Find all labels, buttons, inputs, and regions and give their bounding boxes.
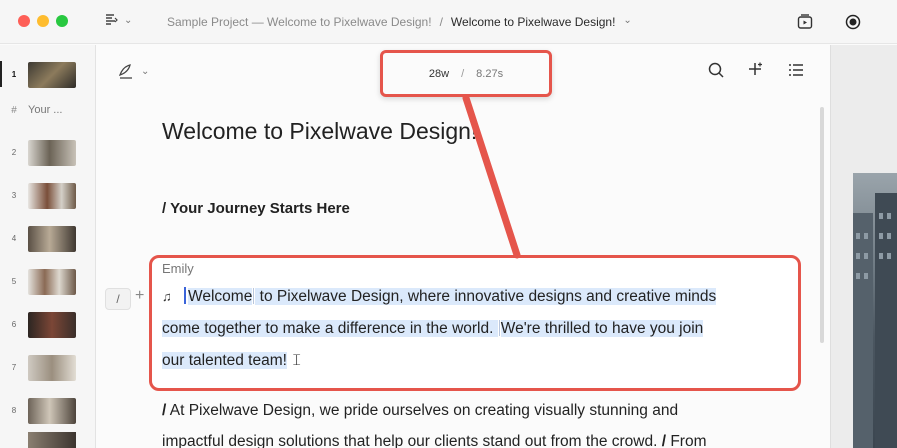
scene-thumbnail bbox=[28, 432, 76, 448]
scene-item-6[interactable]: 6 bbox=[0, 303, 96, 346]
scene-item-2[interactable]: 2 bbox=[0, 131, 96, 174]
ai-sparkle-button[interactable] bbox=[746, 60, 766, 80]
text-segment: our talented team! bbox=[162, 352, 287, 369]
scene-number: 6 bbox=[11, 320, 17, 329]
text-segment: We're thrilled to have you join bbox=[500, 320, 704, 337]
video-preview-panel bbox=[830, 45, 897, 448]
outline-list-button[interactable] bbox=[786, 60, 806, 80]
scene-item-heading[interactable]: # Your ... bbox=[0, 92, 96, 128]
add-block-button[interactable]: + bbox=[135, 287, 144, 305]
scene-item-5[interactable]: 5 bbox=[0, 260, 96, 303]
scene-number: 3 bbox=[11, 191, 17, 200]
scene-thumbnail bbox=[28, 225, 76, 252]
editor-scrollbar[interactable] bbox=[820, 107, 824, 343]
record-button[interactable] bbox=[843, 12, 863, 32]
breadcrumb-current[interactable]: Welcome to Pixelwave Design! bbox=[451, 15, 616, 29]
scene-sidebar: 1 # Your ... 2 3 4 5 6 7 8 bbox=[0, 45, 96, 448]
stats-separator: / bbox=[461, 67, 465, 80]
scene-thumbnail bbox=[28, 268, 76, 295]
scene-number: 5 bbox=[11, 277, 17, 286]
segment-slash: / bbox=[162, 402, 167, 419]
document-menu-button[interactable]: ⌄ bbox=[104, 13, 132, 27]
paragraph-line-1: ♫ Welcome to Pixelwave Design, where inno… bbox=[162, 281, 717, 313]
paragraph-line-3: our talented team! 𝙸 bbox=[162, 345, 716, 377]
scene-item-1[interactable]: 1 bbox=[0, 53, 96, 96]
scene-item-7[interactable]: 7 bbox=[0, 346, 96, 389]
scene-thumbnail bbox=[28, 61, 76, 88]
body-text: From bbox=[670, 433, 707, 448]
scene-number: 8 bbox=[11, 406, 17, 415]
section-heading[interactable]: / Your Journey Starts Here bbox=[162, 200, 350, 217]
scene-thumbnail bbox=[28, 354, 76, 381]
preview-image[interactable] bbox=[853, 173, 897, 448]
text-segment: come together to make a difference in th… bbox=[162, 320, 498, 337]
text-segment: Welcome bbox=[188, 288, 253, 305]
pen-tool-menu[interactable]: ⌄ bbox=[117, 62, 149, 80]
pen-icon bbox=[118, 64, 132, 79]
sparkle-icon bbox=[749, 62, 762, 75]
music-note-icon[interactable]: ♫ bbox=[162, 281, 184, 313]
chevron-down-icon: ⌄ bbox=[124, 14, 133, 26]
breadcrumb-project[interactable]: Sample Project — Welcome to Pixelwave De… bbox=[167, 15, 432, 29]
text-caret bbox=[184, 287, 186, 304]
scene-thumbnail bbox=[28, 139, 76, 166]
scene-number: 1 bbox=[11, 70, 17, 79]
chevron-down-icon[interactable]: ⌄ bbox=[623, 15, 631, 29]
body-text: At Pixelwave Design, we pride ourselves … bbox=[169, 402, 679, 419]
body-paragraph[interactable]: / At Pixelwave Design, we pride ourselve… bbox=[162, 395, 792, 448]
city-buildings-image bbox=[853, 193, 897, 448]
word-count-duration: 28w / 8.27s bbox=[380, 50, 552, 97]
segment-slash: / bbox=[661, 433, 667, 448]
scene-item-8[interactable]: 8 bbox=[0, 389, 96, 432]
scene-number: 7 bbox=[11, 363, 17, 372]
body-text: impactful design solutions that help our… bbox=[162, 433, 658, 448]
record-icon bbox=[845, 14, 861, 30]
scene-number: 4 bbox=[11, 234, 17, 243]
body-line-2: impactful design solutions that help our… bbox=[162, 426, 792, 448]
script-editor: ⌄ 28w / 8.27s Welcome to Pixelwave Desig… bbox=[97, 45, 830, 448]
scene-thumbnail bbox=[28, 397, 76, 424]
heading-marker: # bbox=[11, 104, 17, 116]
title-bar: ⌄ Sample Project — Welcome to Pixelwave … bbox=[0, 0, 897, 44]
segment-marker bbox=[498, 320, 500, 336]
scene-number: 2 bbox=[11, 148, 17, 157]
breadcrumb: Sample Project — Welcome to Pixelwave De… bbox=[167, 15, 632, 29]
paragraph-line-2: come together to make a difference in th… bbox=[162, 313, 716, 345]
scene-thumbnail bbox=[28, 311, 76, 338]
scene-thumbnail bbox=[28, 182, 76, 209]
duration: 8.27s bbox=[476, 67, 504, 80]
speaker-name[interactable]: Emily bbox=[162, 261, 194, 276]
document-title[interactable]: Welcome to Pixelwave Design! bbox=[162, 118, 477, 145]
chevron-down-icon: ⌄ bbox=[141, 65, 150, 77]
minimize-window-button[interactable] bbox=[37, 15, 49, 27]
breadcrumb-separator: / bbox=[439, 15, 443, 29]
scene-label: Your ... bbox=[28, 104, 63, 116]
search-icon bbox=[708, 62, 724, 78]
selected-paragraph[interactable]: ♫ Welcome to Pixelwave Design, where inno… bbox=[162, 281, 717, 377]
play-window-icon bbox=[797, 14, 813, 29]
list-icon bbox=[789, 64, 803, 76]
text-cursor-icon: 𝙸 bbox=[290, 352, 303, 369]
search-button[interactable] bbox=[706, 60, 726, 80]
zoom-window-button[interactable] bbox=[56, 15, 68, 27]
preview-play-button[interactable] bbox=[795, 12, 815, 32]
body-line-1: / At Pixelwave Design, we pride ourselve… bbox=[162, 395, 792, 426]
scene-item-4[interactable]: 4 bbox=[0, 217, 96, 260]
scene-item-3[interactable]: 3 bbox=[0, 174, 96, 217]
slash-command-button[interactable]: / bbox=[105, 288, 131, 310]
text-segment: to Pixelwave Design, where innovative de… bbox=[255, 288, 717, 305]
document-outline-icon bbox=[106, 14, 118, 25]
close-window-button[interactable] bbox=[18, 15, 30, 27]
word-count: 28w bbox=[428, 67, 450, 80]
scene-item-9[interactable] bbox=[0, 432, 96, 448]
